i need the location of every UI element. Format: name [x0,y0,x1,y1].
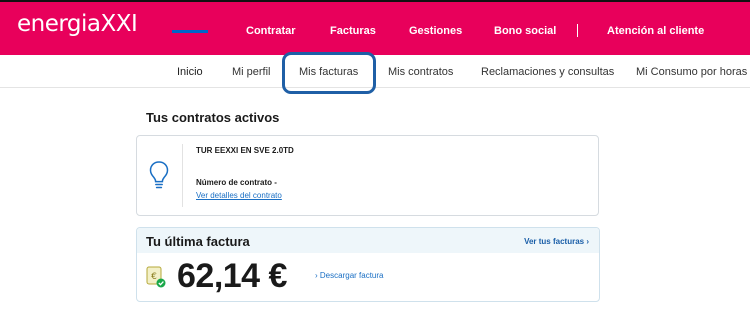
see-invoices-label: Ver tus facturas [524,237,585,246]
tab-reclamaciones[interactable]: Reclamaciones y consultas [481,66,614,78]
mis-facturas-highlight [282,52,376,94]
invoice-title: Tu última factura [146,234,250,249]
nav-atencion-cliente[interactable]: Atención al cliente [607,25,704,37]
tab-mi-consumo-horas[interactable]: Mi Consumo por horas [636,66,747,78]
invoice-card-header: Tu última factura Ver tus facturas › [137,228,599,253]
invoice-euro-check-icon: € [146,266,166,288]
card-divider [182,144,183,207]
download-invoice-link[interactable]: › Descargar factura [315,271,384,280]
nav-facturas[interactable]: Facturas [330,25,376,37]
chevron-right-icon: › [586,237,589,246]
tab-inicio[interactable]: Inicio [177,66,203,78]
see-invoices-link[interactable]: Ver tus facturas › [524,237,589,246]
contract-card: TUR EEXXI EN SVE 2.0TD Número de contrat… [136,135,599,216]
download-invoice-label: Descargar factura [319,271,384,280]
contracts-title: Tus contratos activos [146,110,280,125]
nav-gestiones[interactable]: Gestiones [409,25,462,37]
tab-mis-contratos[interactable]: Mis contratos [388,66,453,78]
active-tab-indicator [172,30,208,33]
contract-number-label: Número de contrato - [196,178,277,187]
nav-separator [577,24,578,37]
contract-name: TUR EEXXI EN SVE 2.0TD [196,146,294,155]
nav-bono-social[interactable]: Bono social [494,25,556,37]
chevron-right-icon: › [315,271,318,280]
invoice-amount: 62,14 € [177,257,287,295]
contract-details-link[interactable]: Ver detalles del contrato [196,191,282,200]
lightbulb-icon [149,161,169,189]
tab-mi-perfil[interactable]: Mi perfil [232,66,271,78]
brand-logo[interactable]: energiaXXI [17,11,138,37]
top-bar: energiaXXI Contratar Facturas Gestiones … [0,0,750,55]
nav-contratar[interactable]: Contratar [246,25,296,37]
svg-text:€: € [151,272,157,282]
invoice-card: Tu última factura Ver tus facturas › € 6… [136,227,600,302]
